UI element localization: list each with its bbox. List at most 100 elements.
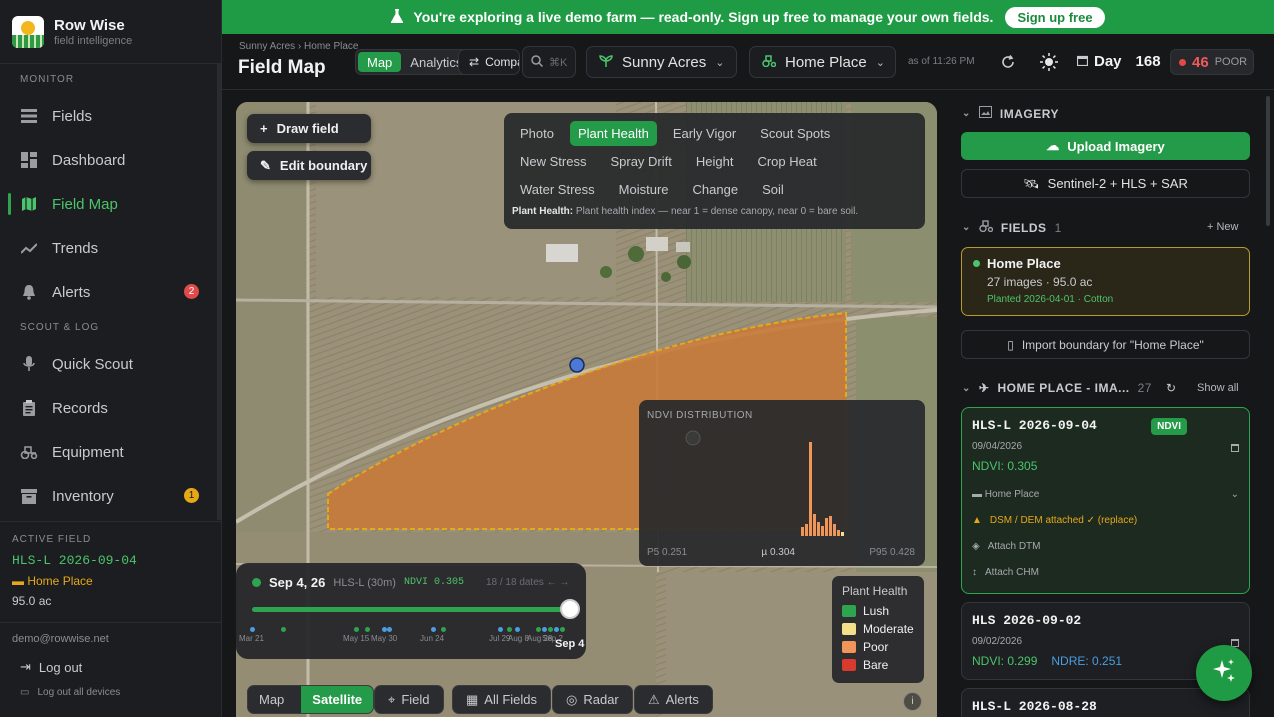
edit-boundary-button[interactable]: ✎ Edit boundary <box>247 151 371 180</box>
layer-spray-drift[interactable]: Spray Drift <box>602 149 679 174</box>
ai-assistant-button[interactable] <box>1196 645 1252 701</box>
grid-icon: ▦ <box>466 691 479 707</box>
right-panel-scrollbar[interactable] <box>1266 96 1270 226</box>
sidebar-item-quick-scout[interactable]: Quick Scout <box>0 342 221 386</box>
basemap-satellite-button[interactable]: Satellite <box>301 686 374 713</box>
date-tick[interactable] <box>507 627 512 632</box>
date-tick[interactable] <box>536 627 541 632</box>
refresh-icon[interactable] <box>998 52 1018 72</box>
info-icon[interactable]: i <box>903 692 922 711</box>
field-card-meta: 27 images · 95.0 ac <box>987 275 1093 289</box>
date-tick[interactable] <box>554 627 559 632</box>
sidebar-item-trends[interactable]: Trends <box>0 226 221 270</box>
new-field-button[interactable]: + New <box>1207 221 1239 233</box>
date-tick[interactable] <box>354 627 359 632</box>
sidebar-item-label: Quick Scout <box>52 355 133 373</box>
attach-chm-label: Attach CHM <box>985 566 1039 578</box>
images-section-header[interactable]: ⌄ ✈ HOME PLACE - IMA... 27 ↻ <box>962 381 1177 395</box>
layers-icon: ◈ <box>972 540 980 552</box>
upload-imagery-button[interactable]: ☁ Upload Imagery <box>961 132 1250 160</box>
date-label: May 15 <box>343 634 370 643</box>
date-tick[interactable] <box>548 627 553 632</box>
calendar-icon[interactable] <box>1231 444 1239 452</box>
ndre-value: NDRE: 0.251 <box>1051 654 1123 668</box>
dsm-status[interactable]: ▲ DSM / DEM attached ✓ (replace) <box>972 507 1239 533</box>
layer-plant-health[interactable]: Plant Health <box>569 120 657 146</box>
field-card[interactable]: Home Place 27 images · 95.0 ac Planted 2… <box>961 247 1250 316</box>
sidebar-item-alerts[interactable]: Alerts 2 <box>0 270 221 314</box>
sidebar-item-fields[interactable]: Fields <box>0 94 221 138</box>
farm-name: Sunny Acres <box>622 53 707 71</box>
layer-new-stress[interactable]: New Stress <box>512 149 594 174</box>
sentinel-label: Sentinel-2 + HLS + SAR <box>1047 176 1188 191</box>
sidebar-item-dashboard[interactable]: Dashboard <box>0 138 221 182</box>
field-zoom-button[interactable]: ⌖ Field <box>374 685 444 714</box>
basemap-map-button[interactable]: Map <box>248 686 295 713</box>
attach-dtm-button[interactable]: ◈ Attach DTM <box>972 533 1239 559</box>
field-map[interactable]: + Draw field ✎ Edit boundary Photo Plant H… <box>236 102 937 717</box>
date-tick[interactable] <box>515 627 520 632</box>
sidebar-item-field-map[interactable]: Field Map <box>0 182 221 226</box>
import-boundary-button[interactable]: ▯ Import boundary for "Home Place" <box>961 330 1250 359</box>
sentinel-sources-button[interactable]: 🛰 Sentinel-2 + HLS + SAR <box>961 169 1250 198</box>
warning-icon: ⚠ <box>648 691 660 707</box>
radar-button[interactable]: ◎ Radar <box>552 685 633 714</box>
fields-section-header[interactable]: ⌄ FIELDS 1 <box>962 220 1062 235</box>
layer-water-stress[interactable]: Water Stress <box>512 177 603 202</box>
show-all-button[interactable]: Show all <box>1197 382 1239 394</box>
active-field-name[interactable]: HLS-L 2026-09-04 <box>12 553 210 568</box>
sun-icon[interactable] <box>1039 52 1059 72</box>
folder-icon: ▬ <box>12 574 28 588</box>
farm-select[interactable]: ▬ Home Place ⌄ <box>972 481 1239 507</box>
timeline-slider-handle[interactable] <box>560 599 580 619</box>
refresh-icon[interactable]: ↻ <box>1166 381 1177 395</box>
field-selector[interactable]: Home Place ⌄ <box>749 46 896 78</box>
alerts-layer-button[interactable]: ⚠ Alerts <box>634 685 713 714</box>
compare-button[interactable]: ⇄ Compare <box>458 49 520 75</box>
attach-chm-button[interactable]: ↕ Attach CHM <box>972 559 1239 585</box>
imagery-section-header[interactable]: ⌄ IMAGERY <box>962 106 1059 121</box>
health-badge[interactable]: 46 POOR <box>1170 49 1254 75</box>
sidebar-item-records[interactable]: Records <box>0 386 221 430</box>
date-tick[interactable] <box>365 627 370 632</box>
breadcrumb[interactable]: Sunny Acres › Home Place <box>239 41 359 52</box>
draw-field-button[interactable]: + Draw field <box>247 114 371 143</box>
date-tick[interactable] <box>387 627 392 632</box>
logout-all-button[interactable]: ▭ Log out all devices <box>12 687 210 698</box>
layer-photo[interactable]: Photo <box>512 121 562 146</box>
sidebar-item-label: Records <box>52 399 108 417</box>
layer-moisture[interactable]: Moisture <box>611 177 677 202</box>
farm-selector[interactable]: Sunny Acres ⌄ <box>586 46 737 78</box>
timeline-track[interactable] <box>252 607 570 612</box>
date-tick[interactable] <box>250 627 255 632</box>
date-tick[interactable] <box>281 627 286 632</box>
tab-map[interactable]: Map <box>358 52 402 72</box>
date-tick[interactable] <box>498 627 503 632</box>
target-icon: ⌖ <box>388 691 396 707</box>
brand[interactable]: Row Wise field intelligence <box>0 0 221 64</box>
timeline-arrows[interactable]: ← → <box>547 577 570 588</box>
banner-text: You're exploring a live demo farm — read… <box>413 9 994 25</box>
date-tick[interactable] <box>542 627 547 632</box>
image-card-selected[interactable]: HLS-L 2026-09-04 NDVI 09/04/2026 NDVI: 0… <box>961 407 1250 594</box>
all-fields-button[interactable]: ▦ All Fields <box>452 685 552 714</box>
layer-early-vigor[interactable]: Early Vigor <box>665 121 744 146</box>
date-tick[interactable] <box>560 627 565 632</box>
brand-name: Row Wise <box>54 16 125 34</box>
layer-soil[interactable]: Soil <box>754 177 792 202</box>
sidebar-item-inventory[interactable]: Inventory 1 <box>0 474 221 518</box>
layer-crop-heat[interactable]: Crop Heat <box>749 149 824 174</box>
search-button[interactable]: ⌘K <box>522 46 576 78</box>
date-tick[interactable] <box>431 627 436 632</box>
layer-change[interactable]: Change <box>685 177 747 202</box>
logout-button[interactable]: ⇥ Log out <box>12 659 210 675</box>
app: Row Wise field intelligence MONITOR Fiel… <box>0 0 1274 717</box>
tractor-icon <box>979 220 994 235</box>
layer-scout-spots[interactable]: Scout Spots <box>752 121 838 146</box>
sidebar-item-equipment[interactable]: Equipment <box>0 430 221 474</box>
sidebar-scrollbar[interactable] <box>217 64 221 520</box>
layer-height[interactable]: Height <box>688 149 742 174</box>
date-tick[interactable] <box>441 627 446 632</box>
sign-up-button[interactable]: Sign up free <box>1005 6 1105 28</box>
sidebar-item-label: Field Map <box>52 195 118 213</box>
